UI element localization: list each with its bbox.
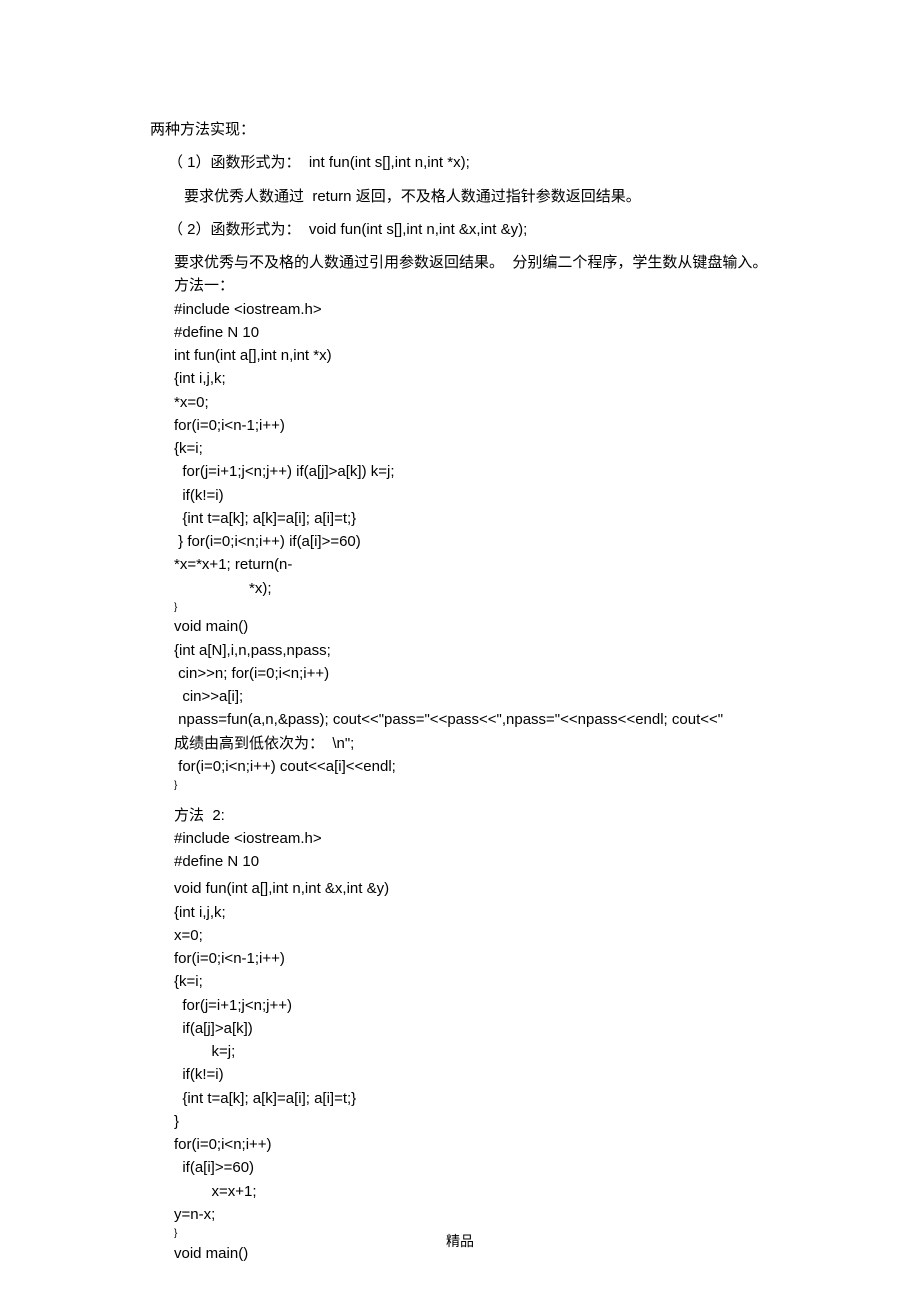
code-line: } [174, 1110, 920, 1133]
code-line: *x=*x+1; return(n- [174, 553, 920, 576]
code-line: int fun(int a[],int n,int *x) [174, 344, 920, 367]
method1-label: 方法一： [150, 274, 920, 297]
method2-code: #include <iostream.h> #define N 10 void … [150, 827, 920, 1265]
code-line: *x); [174, 577, 920, 600]
method1-signature: （ 1）函数形式为： int fun(int s[],int n,int *x)… [150, 151, 920, 174]
page-footer: 精品 [0, 1231, 920, 1251]
code-line: {int a[N],i,n,pass,npass; [174, 639, 920, 662]
code-line: } for(i=0;i<n;i++) if(a[i]>=60) [174, 530, 920, 553]
code-line: if(a[i]>=60) [174, 1156, 920, 1179]
code-line: for(j=i+1;j<n;j++) [174, 994, 920, 1017]
code-line: #define N 10 [174, 321, 920, 344]
code-line: {int t=a[k]; a[k]=a[i]; a[i]=t;} [174, 1087, 920, 1110]
code-line: } [174, 600, 920, 616]
code-line: *x=0; [174, 391, 920, 414]
code-line: if(a[j]>a[k]) [174, 1017, 920, 1040]
intro-line: 两种方法实现： [150, 118, 920, 141]
code-line: k=j; [174, 1040, 920, 1063]
code-line: if(k!=i) [174, 1063, 920, 1086]
code-line: {int i,j,k; [174, 901, 920, 924]
code-line: npass=fun(a,n,&pass); cout<<"pass="<<pas… [174, 708, 920, 731]
code-line: for(i=0;i<n;i++) cout<<a[i]<<endl; [174, 755, 920, 778]
document-page: 两种方法实现： （ 1）函数形式为： int fun(int s[],int n… [0, 0, 920, 1303]
method2-signature: （ 2）函数形式为： void fun(int s[],int n,int &x… [150, 218, 920, 241]
method1-desc: 要求优秀人数通过 return 返回，不及格人数通过指针参数返回结果。 [150, 185, 920, 208]
code-line: void fun(int a[],int n,int &x,int &y) [174, 877, 920, 900]
code-line: x=0; [174, 924, 920, 947]
method2-label: 方法 2: [150, 804, 920, 827]
code-line: y=n-x; [174, 1203, 920, 1226]
code-line: for(i=0;i<n-1;i++) [174, 414, 920, 437]
code-line: {k=i; [174, 437, 920, 460]
code-line: #define N 10 [174, 850, 920, 873]
method2-desc: 要求优秀与不及格的人数通过引用参数返回结果。 分别编二个程序，学生数从键盘输入。 [150, 251, 920, 274]
code-line: } [174, 778, 920, 794]
code-line: x=x+1; [174, 1180, 920, 1203]
code-line: {int t=a[k]; a[k]=a[i]; a[i]=t;} [174, 507, 920, 530]
code-line: if(k!=i) [174, 484, 920, 507]
code-line: cin>>a[i]; [174, 685, 920, 708]
code-line: {k=i; [174, 970, 920, 993]
code-line: for(j=i+1;j<n;j++) if(a[j]>a[k]) k=j; [174, 460, 920, 483]
code-line: for(i=0;i<n-1;i++) [174, 947, 920, 970]
code-line: #include <iostream.h> [174, 298, 920, 321]
code-line: void main() [174, 615, 920, 638]
code-line: 成绩由高到低依次为： \n"; [174, 732, 920, 755]
code-line: #include <iostream.h> [174, 827, 920, 850]
code-line: {int i,j,k; [174, 367, 920, 390]
method1-code: #include <iostream.h> #define N 10 int f… [150, 298, 920, 794]
code-line: cin>>n; for(i=0;i<n;i++) [174, 662, 920, 685]
code-line: for(i=0;i<n;i++) [174, 1133, 920, 1156]
